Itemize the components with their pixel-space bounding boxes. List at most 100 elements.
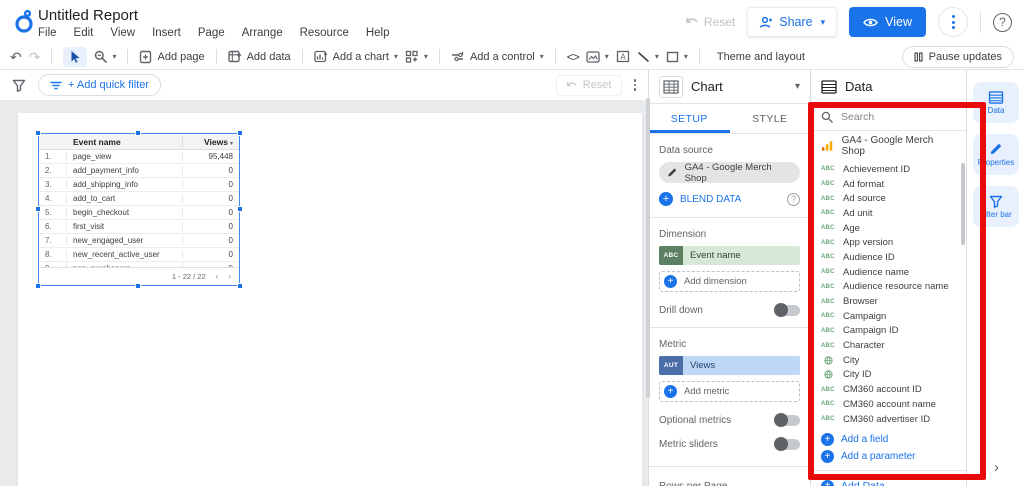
community-visualizations-button[interactable]: ▾ <box>405 50 428 63</box>
menu-item[interactable]: Help <box>366 27 390 39</box>
field-list-item[interactable]: ABC Campaign <box>821 309 966 324</box>
table-header-row: Event name Views ▾ <box>39 134 239 150</box>
field-list-item[interactable]: ABC Audience ID <box>821 250 966 265</box>
insert-text-button[interactable]: A <box>616 50 630 63</box>
insert-shape-button[interactable]: ▾ <box>666 51 688 63</box>
metric-chip[interactable]: AUT Views <box>659 356 800 375</box>
data-list-icon <box>988 90 1004 104</box>
add-page-button[interactable]: Add page <box>139 50 205 64</box>
report-page[interactable]: Event name Views ▾ 1. page_view 95,448 2… <box>18 113 642 486</box>
add-metric-button[interactable]: + Add metric <box>659 381 800 402</box>
chevron-down-icon[interactable]: ▾ <box>795 81 800 92</box>
menu-item[interactable]: View <box>110 27 135 39</box>
column-header-event-name[interactable]: Event name <box>67 136 183 147</box>
select-tool-button[interactable] <box>63 46 88 67</box>
pause-updates-button[interactable]: Pause updates <box>901 45 1014 68</box>
column-header-views[interactable]: Views ▾ <box>183 137 239 147</box>
menu-item[interactable]: Page <box>198 27 225 39</box>
dimension-chip[interactable]: ABC Event name <box>659 246 800 265</box>
rail-properties-button[interactable]: Properties <box>973 134 1019 175</box>
metric-sliders-toggle[interactable] <box>774 437 800 451</box>
theme-and-layout-button[interactable]: Theme and layout <box>717 51 805 63</box>
tab-style[interactable]: STYLE <box>730 104 811 133</box>
field-list-item[interactable]: ABC CM360 advertiser ID <box>821 412 966 427</box>
field-list-item[interactable]: ABC App version <box>821 235 966 250</box>
menu-item[interactable]: Edit <box>74 27 94 39</box>
field-list-item[interactable]: ABC Character <box>821 338 966 353</box>
add-data-button[interactable]: + Add Data <box>811 476 966 486</box>
field-list-item[interactable]: ABC Ad unit <box>821 206 966 221</box>
field-list-item[interactable]: ABC Ad source <box>821 191 966 206</box>
report-canvas[interactable]: Event name Views ▾ 1. page_view 95,448 2… <box>0 100 648 486</box>
embed-code-icon[interactable]: <> <box>567 50 580 64</box>
field-list-item[interactable]: ABC Browser <box>821 294 966 309</box>
chart-panel-header[interactable]: Chart ▾ <box>649 70 810 104</box>
search-input[interactable] <box>841 111 941 123</box>
add-a-control-button[interactable]: Add a control ▾ <box>451 51 544 63</box>
field-list-item[interactable]: ABC Audience resource name <box>821 280 966 295</box>
line-icon <box>638 51 649 62</box>
table-widget[interactable]: Event name Views ▾ 1. page_view 95,448 2… <box>35 130 243 289</box>
resize-handle[interactable] <box>237 206 243 212</box>
resize-handle[interactable] <box>135 130 141 136</box>
looker-studio-logo-icon[interactable] <box>12 9 38 35</box>
help-icon[interactable]: ? <box>993 12 1012 32</box>
resize-handle[interactable] <box>135 283 141 289</box>
resize-handle[interactable] <box>35 206 41 212</box>
blend-data-button[interactable]: BLEND DATA <box>680 194 741 205</box>
add-a-field-button[interactable]: + Add a field <box>811 431 966 448</box>
field-list-item[interactable]: ABC Age <box>821 221 966 236</box>
add-a-chart-button[interactable]: Add a chart ▾ <box>313 50 398 63</box>
share-button[interactable]: Share ▾ <box>747 7 838 37</box>
filter-more-options-icon[interactable] <box>633 79 636 91</box>
field-search[interactable] <box>811 104 966 131</box>
add-a-parameter-button[interactable]: + Add a parameter <box>811 448 966 465</box>
menu-item[interactable]: Arrange <box>242 27 283 39</box>
pagination-next-icon[interactable]: › <box>228 272 231 281</box>
redo-button[interactable]: ↷ <box>29 50 41 64</box>
field-list-item[interactable]: ABC Achievement ID <box>821 162 966 177</box>
panel-scrollbar[interactable] <box>646 98 650 398</box>
add-data-button[interactable]: Add data <box>227 50 291 63</box>
filter-reset-button[interactable]: Reset <box>555 74 622 96</box>
data-source-row[interactable]: GA4 - Google Merch Shop <box>811 131 966 161</box>
field-type-text-icon: ABC <box>821 342 835 349</box>
view-button[interactable]: View <box>849 7 926 37</box>
reset-button[interactable]: Reset <box>685 15 735 29</box>
field-list-item[interactable]: ABC Campaign ID <box>821 324 966 339</box>
header-divider <box>980 11 981 33</box>
menu-item[interactable]: Resource <box>300 27 349 39</box>
share-dropdown-caret-icon[interactable]: ▾ <box>821 17 826 28</box>
resize-handle[interactable] <box>35 283 41 289</box>
field-list-item[interactable]: ABC CM360 account name <box>821 397 966 412</box>
rail-filter-bar-button[interactable]: Filter bar <box>973 186 1019 227</box>
expand-chevron-icon[interactable]: › <box>994 459 999 476</box>
field-list-item[interactable]: ABC Audience name <box>821 265 966 280</box>
undo-button[interactable]: ↶ <box>10 50 22 64</box>
menu-item[interactable]: Insert <box>152 27 181 39</box>
data-source-pill[interactable]: GA4 - Google Merch Shop <box>659 162 800 184</box>
list-scrollbar[interactable] <box>961 163 965 245</box>
pagination-prev-icon[interactable]: ‹ <box>216 272 219 281</box>
add-quick-filter-button[interactable]: + Add quick filter <box>38 74 162 96</box>
resize-handle[interactable] <box>35 130 41 136</box>
field-list-item[interactable]: ABC CM360 account ID <box>821 382 966 397</box>
optional-metrics-toggle[interactable] <box>774 413 800 427</box>
resize-handle[interactable] <box>237 283 243 289</box>
tab-setup[interactable]: SETUP <box>649 104 730 133</box>
field-list-item[interactable]: City <box>821 353 966 368</box>
report-title[interactable]: Untitled Report <box>38 7 138 24</box>
more-options-button[interactable] <box>938 7 968 37</box>
field-list-item[interactable]: ABC Ad format <box>821 177 966 192</box>
menu-item[interactable]: File <box>38 27 57 39</box>
insert-image-button[interactable]: ▾ <box>586 50 609 63</box>
blend-help-icon[interactable]: ? <box>787 192 800 206</box>
drill-down-toggle[interactable] <box>774 303 800 317</box>
zoom-tool-button[interactable]: ▾ <box>94 50 116 63</box>
resize-handle[interactable] <box>237 130 243 136</box>
field-list-item[interactable]: City ID <box>821 368 966 383</box>
data-source-label: Data source <box>659 145 713 156</box>
insert-line-button[interactable]: ▾ <box>637 51 659 63</box>
rail-data-button[interactable]: Data <box>973 82 1019 123</box>
add-dimension-button[interactable]: + Add dimension <box>659 271 800 292</box>
